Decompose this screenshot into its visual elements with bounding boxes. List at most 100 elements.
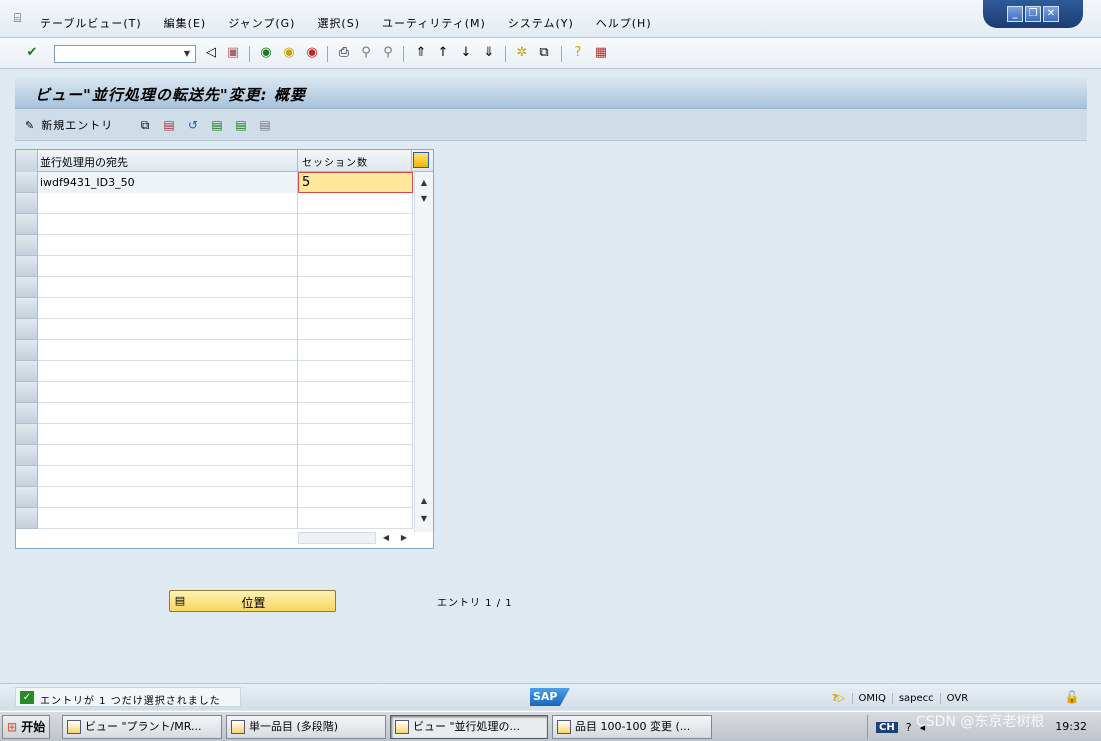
scroll-down-icon[interactable]: ▼ — [419, 194, 429, 204]
destination-cell[interactable] — [38, 361, 298, 382]
row-selector[interactable] — [16, 466, 38, 487]
exit-icon[interactable]: ◉ — [281, 45, 297, 61]
chevron-down-icon[interactable]: ▼ — [180, 47, 194, 61]
start-button[interactable]: ⊞ 开始 — [2, 715, 50, 739]
command-field[interactable]: ▼ — [54, 45, 196, 63]
input-language-indicator[interactable]: CH — [876, 721, 898, 733]
table-settings-icon[interactable] — [413, 152, 429, 168]
row-selector[interactable] — [16, 277, 38, 298]
system-menu-icon[interactable]: ⌸ — [14, 12, 28, 24]
select-all-rows-button[interactable] — [16, 150, 38, 172]
position-button[interactable]: ▤ 位置 — [169, 590, 336, 612]
select-all-icon[interactable]: ▤ — [209, 117, 225, 133]
select-block-icon[interactable]: ▤ — [233, 117, 249, 133]
row-selector[interactable] — [16, 235, 38, 256]
sessions-cell[interactable] — [298, 235, 413, 256]
row-selector[interactable] — [16, 424, 38, 445]
menu-table-view[interactable]: テーブルビュー(T) — [40, 15, 142, 31]
destination-cell[interactable] — [38, 319, 298, 340]
destination-cell[interactable] — [38, 382, 298, 403]
menu-edit[interactable]: 編集(E) — [164, 15, 207, 31]
transaction-code[interactable]: OMIQ — [851, 692, 892, 704]
row-selector[interactable] — [16, 298, 38, 319]
scroll-right-icon[interactable]: ▶ — [398, 532, 410, 544]
taskbar-item[interactable]: 単一品目 (多段階) — [226, 715, 386, 739]
row-selector[interactable] — [16, 172, 38, 193]
scroll-page-up-icon[interactable]: ▲ — [419, 496, 429, 506]
sessions-cell[interactable] — [298, 256, 413, 277]
menu-help[interactable]: ヘルプ(H) — [596, 15, 652, 31]
destination-cell[interactable] — [38, 235, 298, 256]
taskbar-item-active[interactable]: ビュー "並行処理の... — [390, 715, 548, 739]
collapse-left-icon[interactable]: ◁ — [203, 45, 219, 61]
sessions-input[interactable]: 5 — [298, 172, 413, 193]
enter-icon[interactable]: ✔ — [24, 45, 40, 61]
find-next-icon[interactable]: ⚲ — [380, 45, 396, 61]
sessions-cell[interactable] — [298, 277, 413, 298]
taskbar-item[interactable]: 品目 100-100 変更 (... — [552, 715, 712, 739]
ime-help-icon[interactable]: ? — [906, 721, 912, 734]
customize-layout-icon[interactable]: ▦ — [593, 45, 609, 61]
sessions-cell[interactable] — [298, 466, 413, 487]
destination-cell[interactable] — [38, 424, 298, 445]
status-message[interactable]: ✓ エントリが 1 つだけ選択されました — [15, 687, 241, 707]
column-header-sessions[interactable]: セッション数 — [298, 150, 412, 172]
row-selector[interactable] — [16, 214, 38, 235]
destination-cell[interactable] — [38, 340, 298, 361]
row-selector[interactable] — [16, 361, 38, 382]
sessions-cell[interactable] — [298, 403, 413, 424]
sessions-cell[interactable] — [298, 508, 413, 529]
scroll-track[interactable] — [298, 532, 376, 544]
sessions-cell[interactable] — [298, 361, 413, 382]
sessions-cell[interactable] — [298, 487, 413, 508]
destination-cell[interactable] — [38, 403, 298, 424]
shortcut-icon[interactable]: ⧉ — [536, 45, 552, 61]
menu-utilities[interactable]: ユーティリティ(M) — [382, 15, 486, 31]
destination-cell[interactable] — [38, 466, 298, 487]
cancel-icon[interactable]: ◉ — [304, 45, 320, 61]
column-header-destination[interactable]: 並行処理用の宛先 — [38, 150, 298, 172]
destination-cell[interactable] — [38, 487, 298, 508]
destination-cell[interactable] — [38, 277, 298, 298]
sessions-cell[interactable] — [298, 340, 413, 361]
print-icon[interactable]: ⎙ — [336, 45, 352, 61]
sessions-cell[interactable] — [298, 424, 413, 445]
menu-goto[interactable]: ジャンプ(G) — [228, 15, 295, 31]
destination-cell[interactable]: iwdf9431_ID3_50 — [38, 172, 298, 193]
last-page-icon[interactable]: ⇓ — [481, 45, 497, 61]
scroll-page-down-icon[interactable]: ▼ — [419, 514, 429, 524]
row-selector[interactable] — [16, 487, 38, 508]
destination-cell[interactable] — [38, 508, 298, 529]
save-icon[interactable]: ▣ — [225, 45, 241, 61]
undo-change-icon[interactable]: ↺ — [185, 117, 201, 133]
row-selector[interactable] — [16, 193, 38, 214]
lock-icon[interactable]: 🔓 — [1064, 689, 1080, 705]
previous-page-icon[interactable]: ↑ — [435, 45, 451, 61]
destination-cell[interactable] — [38, 445, 298, 466]
copy-as-icon[interactable]: ⧉ — [137, 117, 153, 133]
close-button[interactable]: ✕ — [1043, 6, 1059, 22]
find-icon[interactable]: ⚲ — [358, 45, 374, 61]
horizontal-scrollbar[interactable]: ◀ ▶ — [298, 530, 414, 546]
sessions-cell[interactable] — [298, 193, 413, 214]
new-entries-button[interactable]: ✎ 新規エントリ — [25, 116, 113, 134]
row-selector[interactable] — [16, 319, 38, 340]
insert-mode[interactable]: OVR — [939, 692, 974, 704]
vertical-scrollbar[interactable]: ▲ ▼ ▲ ▼ — [414, 172, 433, 532]
scroll-left-icon[interactable]: ◀ — [380, 532, 392, 544]
status-help-icon[interactable]: ?▷ — [826, 693, 852, 704]
row-selector[interactable] — [16, 256, 38, 277]
minimize-button[interactable]: _ — [1007, 6, 1023, 22]
row-selector[interactable] — [16, 382, 38, 403]
destination-cell[interactable] — [38, 298, 298, 319]
sessions-cell[interactable] — [298, 214, 413, 235]
back-icon[interactable]: ◉ — [258, 45, 274, 61]
deselect-all-icon[interactable]: ▤ — [257, 117, 273, 133]
row-selector[interactable] — [16, 508, 38, 529]
row-selector[interactable] — [16, 403, 38, 424]
scroll-up-icon[interactable]: ▲ — [419, 178, 429, 188]
new-session-icon[interactable]: ✲ — [514, 45, 530, 61]
destination-cell[interactable] — [38, 214, 298, 235]
row-selector[interactable] — [16, 340, 38, 361]
restore-button[interactable]: ❐ — [1025, 6, 1041, 22]
